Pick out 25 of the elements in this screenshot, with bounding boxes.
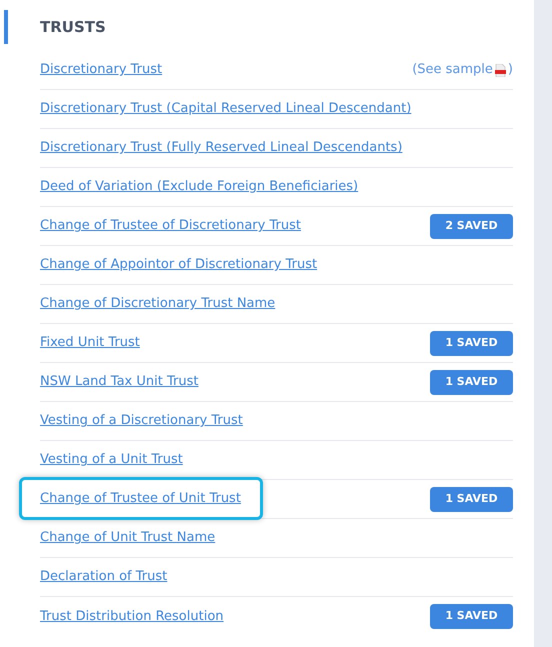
- sample-link[interactable]: (See sample: [412, 60, 493, 80]
- trust-link[interactable]: Discretionary Trust (Capital Reserved Lineal Descendant): [40, 99, 412, 119]
- saved-badge[interactable]: 1 SAVED: [430, 486, 513, 512]
- trust-link[interactable]: Trust Distribution Resolution: [40, 606, 224, 626]
- trust-link[interactable]: Vesting of a Unit Trust: [40, 450, 183, 470]
- trust-link[interactable]: Change of Trustee of Unit Trust: [40, 489, 241, 509]
- saved-badge[interactable]: 2 SAVED: [430, 214, 513, 238]
- trust-link[interactable]: Declaration of Trust: [40, 567, 168, 587]
- trust-link[interactable]: Deed of Variation (Exclude Foreign Beneficiaries): [40, 177, 358, 197]
- trust-link[interactable]: Discretionary Trust (Fully Reserved Lineal Descendants): [40, 138, 402, 158]
- trust-link[interactable]: NSW Land Tax Unit Trust: [40, 372, 198, 392]
- trust-link[interactable]: Change of Unit Trust Name: [40, 528, 216, 548]
- pdf-icon: [494, 64, 506, 76]
- trust-link[interactable]: Change of Appointor of Discretionary Trust: [40, 255, 318, 275]
- trust-link[interactable]: Change of Discretionary Trust Name: [40, 294, 276, 314]
- trust-link[interactable]: Change of Trustee of Discretionary Trust: [40, 216, 301, 236]
- sample-close: ): [508, 61, 513, 80]
- saved-badge[interactable]: 1 SAVED: [430, 330, 513, 356]
- section-title: TRUSTS: [40, 17, 106, 38]
- trust-link[interactable]: Vesting of a Discretionary Trust: [40, 411, 243, 431]
- trust-link[interactable]: Fixed Unit Trust: [40, 333, 140, 353]
- accent-bar: [4, 10, 8, 44]
- saved-badge[interactable]: 1 SAVED: [430, 370, 513, 394]
- saved-badge[interactable]: 1 SAVED: [430, 604, 513, 629]
- trust-link[interactable]: Discretionary Trust: [40, 60, 162, 80]
